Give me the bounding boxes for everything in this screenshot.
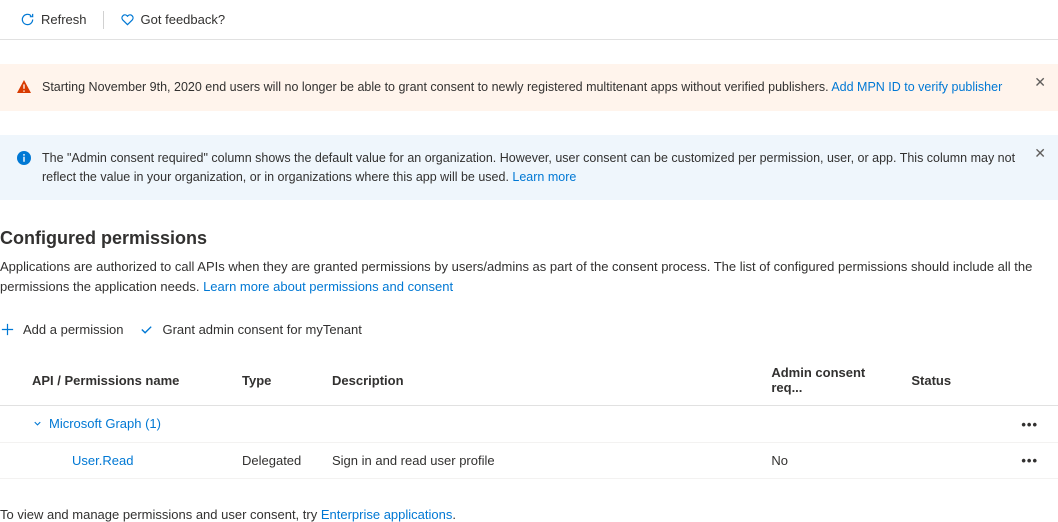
warning-banner-text: Starting November 9th, 2020 end users wi… [42,80,831,94]
toolbar-divider [103,11,104,29]
chevron-down-icon [32,418,43,429]
table-row: User.Read Delegated Sign in and read use… [0,443,1058,479]
verify-publisher-link[interactable]: Add MPN ID to verify publisher [831,80,1002,94]
api-group-name: Microsoft Graph (1) [49,416,161,431]
info-icon [16,150,32,166]
heart-icon [120,12,135,27]
warning-banner-content: Starting November 9th, 2020 end users wi… [42,78,1042,97]
plus-icon [0,322,15,337]
add-permission-button[interactable]: Add a permission [0,318,123,341]
info-banner-content: The "Admin consent required" column show… [42,149,1042,187]
toolbar: Refresh Got feedback? [0,0,1058,40]
api-group-row: Microsoft Graph (1) ••• [0,406,1058,443]
col-header-status[interactable]: Status [899,355,989,406]
info-learn-more-link[interactable]: Learn more [512,170,576,184]
section-title: Configured permissions [0,228,1058,249]
warning-banner: Starting November 9th, 2020 end users wi… [0,64,1058,111]
permissions-learn-more-link[interactable]: Learn more about permissions and consent [203,279,453,294]
col-header-description[interactable]: Description [320,355,759,406]
refresh-button[interactable]: Refresh [12,8,95,31]
configured-permissions-section: Configured permissions Applications are … [0,228,1058,522]
feedback-label: Got feedback? [141,12,226,27]
permission-status [899,443,989,479]
grant-consent-label: Grant admin consent for myTenant [162,322,361,337]
warning-icon [16,79,32,95]
feedback-button[interactable]: Got feedback? [112,8,234,31]
action-bar: Add a permission Grant admin consent for… [0,318,1058,341]
col-header-admin-consent[interactable]: Admin consent req... [759,355,899,406]
col-header-type[interactable]: Type [230,355,320,406]
section-description: Applications are authorized to call APIs… [0,257,1058,296]
checkmark-icon [139,322,154,337]
permission-type: Delegated [230,443,320,479]
refresh-icon [20,12,35,27]
more-icon[interactable]: ••• [1021,417,1038,432]
add-permission-label: Add a permission [23,322,123,337]
grant-consent-button[interactable]: Grant admin consent for myTenant [139,318,361,341]
permission-admin-consent: No [759,443,899,479]
permission-description: Sign in and read user profile [320,443,759,479]
permission-name-link[interactable]: User.Read [72,453,133,468]
api-group-toggle[interactable]: Microsoft Graph (1) [32,416,161,431]
permissions-table: API / Permissions name Type Description … [0,355,1058,479]
footer-text: To view and manage permissions and user … [0,507,1058,522]
enterprise-applications-link[interactable]: Enterprise applications [321,507,453,522]
more-icon[interactable]: ••• [1021,453,1038,468]
refresh-label: Refresh [41,12,87,27]
close-icon[interactable]: ✕ [1034,143,1046,164]
info-banner: The "Admin consent required" column show… [0,135,1058,201]
close-icon[interactable]: ✕ [1034,72,1046,93]
col-header-name[interactable]: API / Permissions name [0,355,230,406]
